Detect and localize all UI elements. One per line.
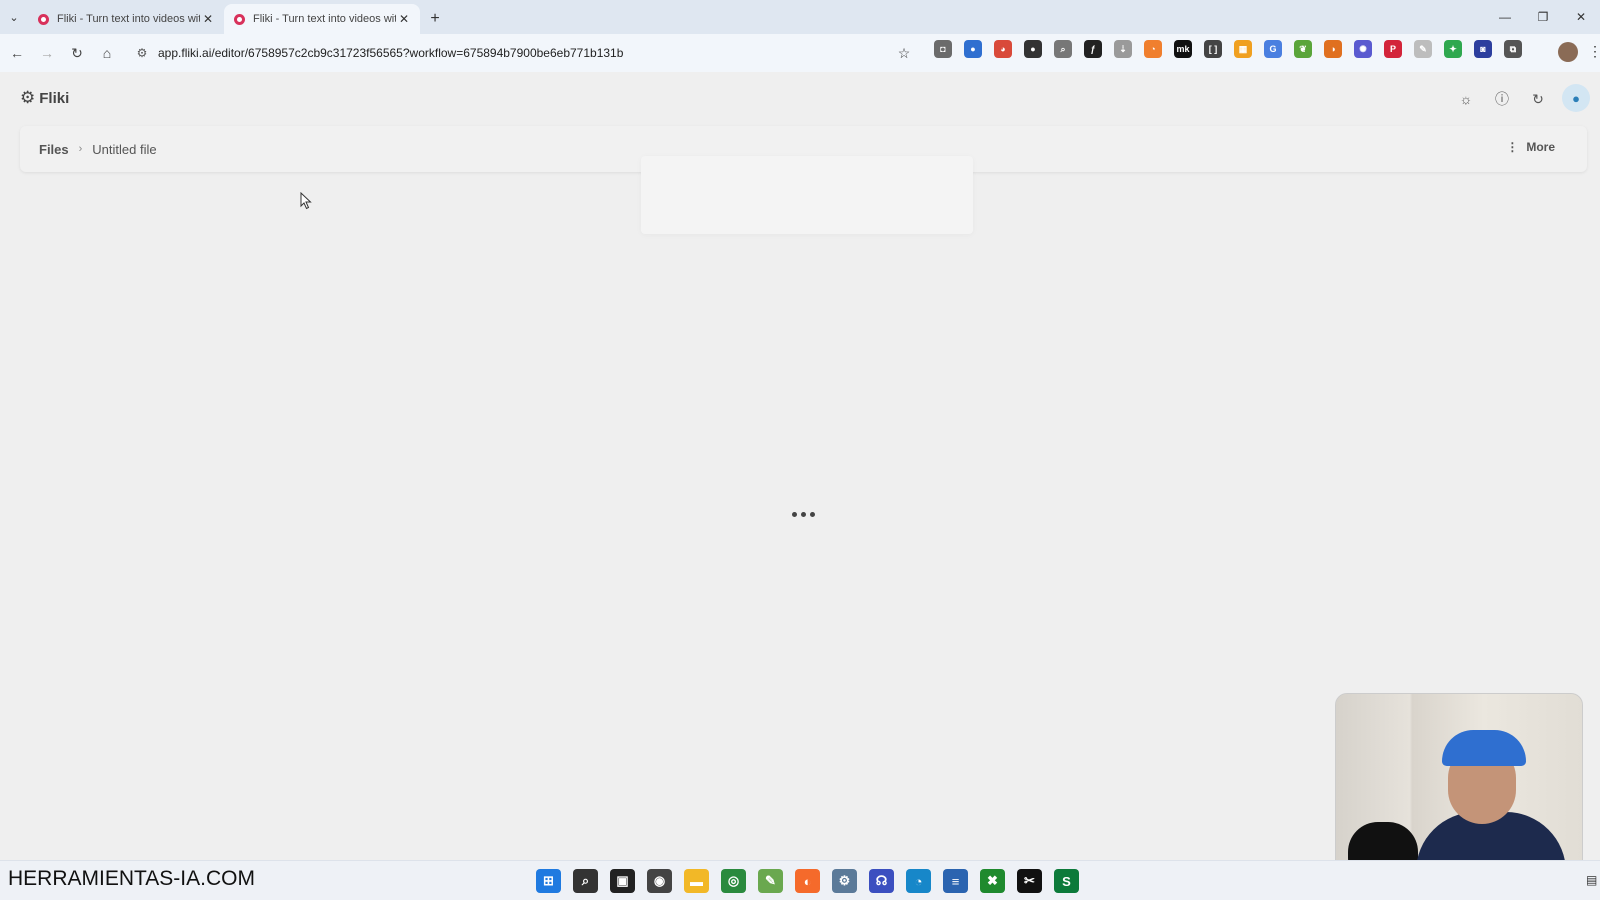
- tab-title: Fliki - Turn text into videos with: [253, 13, 396, 25]
- breadcrumb-files-link[interactable]: Files: [39, 142, 69, 157]
- loading-dot: [810, 512, 815, 517]
- refresh-icon[interactable]: ↻: [1520, 84, 1556, 114]
- app-s-icon[interactable]: S: [1054, 869, 1079, 893]
- home-icon[interactable]: ⌂: [92, 38, 122, 68]
- font-icon[interactable]: ƒ: [1084, 40, 1102, 58]
- profile-avatar[interactable]: [1558, 42, 1578, 62]
- orange-ext-icon[interactable]: ◔: [1144, 40, 1162, 58]
- browser-tab-2[interactable]: Fliki - Turn text into videos with ✕: [224, 4, 420, 34]
- site-info-icon[interactable]: ⚙: [130, 46, 154, 60]
- windows-taskbar: HERRAMIENTAS-IA.COM ⊞ ⌕ ▣ ◉ ▬ ◎ ✎ ◐ ⚙ ☊ ◔ ≡ ✖ ✂ S ▤: [0, 860, 1600, 900]
- shield-ext-icon[interactable]: ◙: [1474, 40, 1492, 58]
- loading-indicator: [792, 512, 815, 517]
- browser-tab-bar: ⌄ Fliki - Turn text into videos with ✕ F…: [0, 0, 1600, 34]
- new-tab-button[interactable]: +: [420, 4, 450, 34]
- bookmark-star-icon[interactable]: ☆: [892, 38, 916, 68]
- chrome-icon[interactable]: ◎: [721, 869, 746, 893]
- tab-close-icon[interactable]: ✕: [396, 12, 412, 26]
- capcut-icon[interactable]: ✂: [1017, 869, 1042, 893]
- user-avatar[interactable]: ●: [1562, 84, 1590, 112]
- url-text: app.fliki.ai/editor/6758957c2cb9c31723f5…: [158, 46, 624, 60]
- headphones-icon[interactable]: ☊: [869, 869, 894, 893]
- pinterest-icon[interactable]: P: [1384, 40, 1402, 58]
- firefox-icon[interactable]: ◐: [795, 869, 820, 893]
- notepad-icon[interactable]: ✎: [758, 869, 783, 893]
- settings-icon[interactable]: ⚙: [832, 869, 857, 893]
- presenter-cap: [1442, 730, 1526, 766]
- back-icon[interactable]: ←: [2, 38, 32, 68]
- more-vertical-icon: ⋮: [1506, 140, 1519, 154]
- davinci-icon[interactable]: ◉: [647, 869, 672, 893]
- header-actions: ☼ ⓘ ↻ ●: [1448, 84, 1600, 114]
- notification-tray-icon[interactable]: ▤: [1586, 873, 1597, 887]
- translate-icon[interactable]: G: [1264, 40, 1282, 58]
- gear-ext-icon[interactable]: ✺: [1354, 40, 1372, 58]
- window-controls: — ❐ ✕: [1486, 0, 1600, 34]
- address-bar[interactable]: ⚙ app.fliki.ai/editor/6758957c2cb9c31723…: [130, 39, 890, 67]
- tab-close-icon[interactable]: ✕: [200, 12, 216, 26]
- breadcrumb-current-file[interactable]: Untitled file: [92, 142, 156, 157]
- loading-dot: [792, 512, 797, 517]
- fliki-favicon-icon: [38, 13, 49, 25]
- color-wheel-icon[interactable]: ◕: [994, 40, 1012, 58]
- sun-icon[interactable]: ☼: [1448, 84, 1484, 114]
- bracket-icon[interactable]: [ ]: [1204, 40, 1222, 58]
- sparkle-icon[interactable]: ✦: [1444, 40, 1462, 58]
- loading-dot: [801, 512, 806, 517]
- browser-menu-icon[interactable]: ⋮: [1588, 43, 1600, 60]
- logo-text: Fliki: [39, 89, 70, 107]
- windows-start-icon[interactable]: ⊞: [536, 869, 561, 893]
- taskbar-icons: ⊞ ⌕ ▣ ◉ ▬ ◎ ✎ ◐ ⚙ ☊ ◔ ≡ ✖ ✂ S: [536, 869, 1079, 893]
- tab-list-button[interactable]: ⌄: [0, 0, 28, 34]
- forward-icon[interactable]: →: [32, 38, 62, 68]
- reload-icon[interactable]: ↻: [62, 38, 92, 68]
- edge-icon[interactable]: ◔: [906, 869, 931, 893]
- extension-blue-icon[interactable]: ●: [964, 40, 982, 58]
- notes-icon[interactable]: ≡: [943, 869, 968, 893]
- pen-icon[interactable]: ✎: [1414, 40, 1432, 58]
- fliki-favicon-icon: [234, 13, 245, 25]
- orbit-icon[interactable]: ◑: [1324, 40, 1342, 58]
- fliki-gear-logo-icon: ⚙: [20, 88, 36, 107]
- puzzle-icon[interactable]: ⧉: [1504, 40, 1522, 58]
- webcam-overlay: [1335, 693, 1583, 887]
- pin-icon[interactable]: ⇣: [1114, 40, 1132, 58]
- restore-button[interactable]: ❐: [1524, 0, 1562, 34]
- task-view-icon[interactable]: ▣: [610, 869, 635, 893]
- fliki-logo[interactable]: ⚙ Fliki: [20, 88, 69, 108]
- calendar-badge-icon[interactable]: ▦: [1234, 40, 1252, 58]
- minimize-button[interactable]: —: [1486, 0, 1524, 34]
- dark-circle-icon[interactable]: ●: [1024, 40, 1042, 58]
- search-icon[interactable]: ⌕: [573, 869, 598, 893]
- mouse-cursor-icon: [300, 192, 312, 210]
- fading-notification: [641, 156, 973, 234]
- camera-icon[interactable]: ◘: [934, 40, 952, 58]
- xbox-icon[interactable]: ✖: [980, 869, 1005, 893]
- search-ext-icon[interactable]: ⌕: [1054, 40, 1072, 58]
- app-header: ⚙ Fliki ☼ ⓘ ↻ ●: [0, 72, 1600, 126]
- file-explorer-icon[interactable]: ▬: [684, 869, 709, 893]
- browser-toolbar: ← → ↻ ⌂ ⚙ app.fliki.ai/editor/6758957c2c…: [0, 34, 1600, 72]
- close-window-button[interactable]: ✕: [1562, 0, 1600, 34]
- browser-tab-1[interactable]: Fliki - Turn text into videos with ✕: [28, 4, 224, 34]
- mk-icon[interactable]: mk: [1174, 40, 1192, 58]
- leaf-icon[interactable]: ❦: [1294, 40, 1312, 58]
- help-icon[interactable]: ⓘ: [1484, 84, 1520, 114]
- more-button[interactable]: ⋮ More: [1506, 140, 1555, 154]
- extensions-row: ◘ ● ◕ ● ⌕ ƒ ⇣ ◔ mk [ ] ▦ G ❦ ◑ ✺ P ✎ ✦ ◙ ⧉: [934, 40, 1522, 58]
- watermark-text: HERRAMIENTAS-IA.COM: [8, 867, 255, 890]
- more-label: More: [1526, 140, 1555, 154]
- tab-title: Fliki - Turn text into videos with: [57, 13, 200, 25]
- chevron-right-icon: ›: [78, 143, 83, 155]
